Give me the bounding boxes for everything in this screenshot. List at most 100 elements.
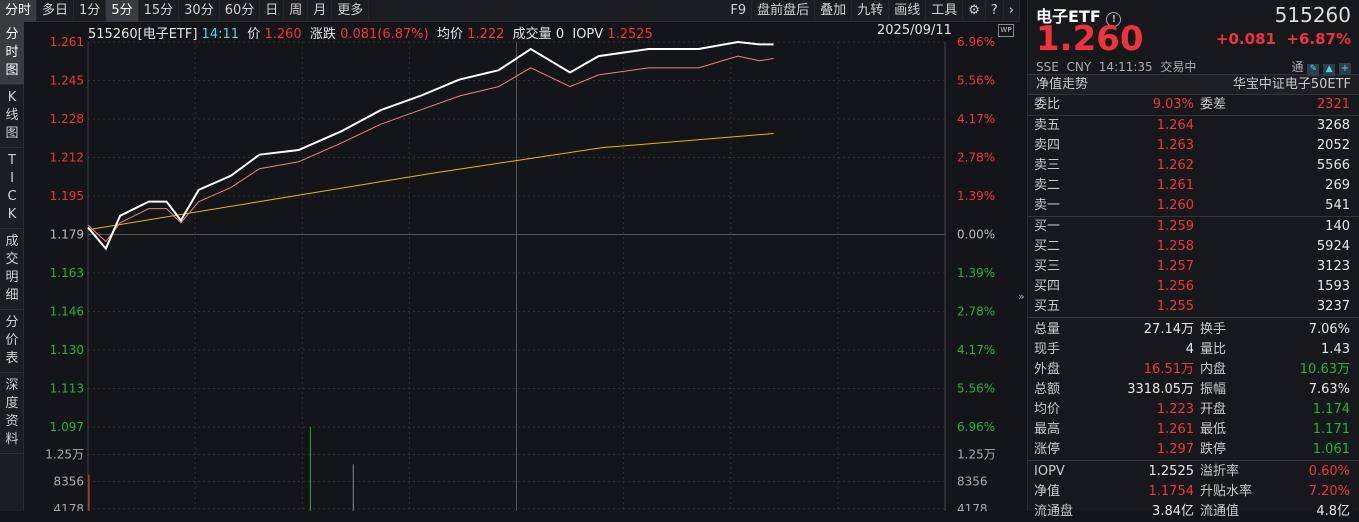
pct-tick: 5.56%	[957, 74, 995, 88]
expand-panel-icon[interactable]: »	[1018, 290, 1025, 303]
order-book-row[interactable]: 卖一 1.260 541	[1028, 196, 1359, 216]
level-price: 1.257	[1156, 259, 1194, 274]
level-volume: 3237	[1316, 299, 1350, 314]
stat-value: 1.061	[1312, 442, 1350, 457]
order-book-row[interactable]: 卖四 1.263 2052	[1028, 136, 1359, 156]
order-book-row[interactable]: 买三 1.257 3123	[1028, 257, 1359, 277]
stat-label: 总量	[1034, 322, 1061, 337]
price-tick: 1.195	[50, 189, 84, 203]
stat-label: 换手	[1200, 322, 1227, 337]
stat-label: 外盘	[1034, 362, 1061, 377]
stat-value: 10.63万	[1299, 362, 1350, 377]
level-label: 买二	[1034, 239, 1061, 254]
quote-change: +0.081	[1215, 30, 1276, 48]
order-book-row[interactable]: 卖五 1.264 3268	[1028, 116, 1359, 136]
weibi-label: 委比	[1034, 97, 1061, 112]
weibi-row: 委比 9.03% 委差 2321	[1028, 94, 1359, 115]
vol-tick: 8356	[53, 475, 84, 489]
stat-label: 流通盘	[1034, 504, 1074, 519]
level-label: 卖四	[1034, 138, 1061, 153]
stat-value: 1.297	[1156, 442, 1194, 457]
stat-value: 3318.05万	[1127, 382, 1194, 397]
stat-label: 内盘	[1200, 362, 1227, 377]
quote-panel: 电子ETF ! 515260 1.260 +0.081 +6.87% SSE C…	[1027, 0, 1359, 519]
level-volume: 5566	[1316, 158, 1350, 173]
chart-header: 515260[电子ETF] 14:11 价 1.260 涨跌 0.081(6.8…	[88, 23, 653, 42]
nav-trend-row[interactable]: 净值走势 华宝中证电子50ETF	[1028, 74, 1359, 94]
level-label: 卖五	[1034, 118, 1061, 133]
order-book-row[interactable]: 买四 1.256 1593	[1028, 277, 1359, 297]
stat-label: 总额	[1034, 382, 1061, 397]
quote-time: 14:11:35	[1098, 60, 1153, 74]
stat-row: 净值 1.1754 升贴水率 7.20%	[1028, 482, 1359, 502]
intraday-chart[interactable]: 1.261 6.96% 1.245 5.56% 1.228 4.17% 1.212 2.78%…	[0, 0, 1027, 511]
level-price: 1.261	[1156, 178, 1194, 193]
header-price: 1.260	[264, 27, 302, 42]
header-avg-label: 均价	[437, 27, 464, 42]
stat-value: 1.43	[1321, 342, 1350, 357]
header-vol-label: 成交量	[512, 27, 552, 42]
price-tick: 1.179	[50, 228, 84, 242]
header-time: 14:11	[201, 27, 240, 42]
level-volume: 269	[1325, 178, 1350, 193]
stat-row: IOPV 1.2525 溢折率 0.60%	[1028, 462, 1359, 482]
stat-label: 跌停	[1200, 442, 1227, 457]
order-book-row[interactable]: 买五 1.255 3237	[1028, 297, 1359, 317]
stat-value: 7.63%	[1308, 382, 1350, 397]
level-label: 买五	[1034, 299, 1061, 314]
stat-value: 0.60%	[1308, 464, 1350, 479]
header-vol: 0	[555, 27, 565, 42]
pct-tick: 6.96%	[957, 35, 995, 49]
stat-value: 27.14万	[1143, 322, 1194, 337]
level-price: 1.263	[1156, 138, 1194, 153]
order-book-row[interactable]: 买二 1.258 5924	[1028, 237, 1359, 257]
stat-value: 1.261	[1156, 422, 1194, 437]
quote-pct: +6.87%	[1286, 30, 1351, 48]
stat-row: 总额 3318.05万 振幅 7.63%	[1028, 380, 1359, 400]
order-book-row[interactable]: 卖三 1.262 5566	[1028, 156, 1359, 176]
price-tick: 1.261	[50, 35, 84, 49]
quote-price: 1.260	[1036, 19, 1144, 59]
stats2-table: IOPV 1.2525 溢折率 0.60% 净值 1.1754 升贴水率 7.20% 流通盘 3.…	[1028, 460, 1359, 522]
stat-label: 开盘	[1200, 402, 1227, 417]
wp-icon[interactable]: WP	[998, 24, 1014, 37]
price-tick: 1.097	[50, 420, 84, 434]
order-book-row[interactable]: 买一 1.259 140	[1028, 217, 1359, 237]
bid-book: 买一 1.259 140 买二 1.258 5924 买三 1.257 3123 买四 1.256 1…	[1028, 216, 1359, 317]
level-volume: 3268	[1316, 118, 1350, 133]
weicha-label: 委差	[1200, 97, 1227, 112]
stats-table: 总量 27.14万 换手 7.06% 现手 4 量比 1.43 外盘 16.51万 内盘 10.63万…	[1028, 317, 1359, 460]
stat-label: 均价	[1034, 402, 1061, 417]
level-price: 1.258	[1156, 239, 1194, 254]
level-label: 卖三	[1034, 158, 1061, 173]
stat-label: 振幅	[1200, 382, 1227, 397]
stat-value: 7.20%	[1308, 484, 1350, 499]
price-tick: 1.245	[50, 74, 84, 88]
stat-value: 1.1754	[1148, 484, 1195, 499]
stat-label: 溢折率	[1200, 464, 1240, 479]
stat-value: 1.171	[1312, 422, 1350, 437]
level-volume: 140	[1325, 219, 1350, 234]
pct-tick: 4.17%	[957, 343, 995, 357]
header-iopv: 1.2525	[607, 27, 653, 42]
price-tick: 1.130	[50, 343, 84, 357]
header-iopv-label: IOPV	[572, 27, 604, 42]
order-book-row[interactable]: 卖二 1.261 269	[1028, 176, 1359, 196]
fund-name: 华宝中证电子50ETF	[1232, 77, 1351, 92]
header-change: 0.081(6.87%)	[340, 27, 429, 42]
pct-tick: 4.17%	[957, 112, 995, 126]
pct-tick: 1.39%	[957, 266, 995, 280]
weibi-value: 9.03%	[1152, 97, 1194, 112]
level-price: 1.260	[1156, 198, 1194, 213]
stat-row: 均价 1.223 开盘 1.174	[1028, 400, 1359, 420]
stat-value: 1.174	[1312, 402, 1350, 417]
stat-value: 7.06%	[1308, 322, 1350, 337]
add-icon[interactable]: +	[1339, 63, 1351, 75]
level-price: 1.264	[1156, 118, 1194, 133]
stat-label: 量比	[1200, 342, 1227, 357]
pct-tick: 1.39%	[957, 189, 995, 203]
chart-date: 2025/09/11	[877, 23, 952, 38]
tong-button[interactable]: 通	[1292, 60, 1304, 74]
stat-label: 流通值	[1200, 504, 1240, 519]
stat-label: 现手	[1034, 342, 1061, 357]
